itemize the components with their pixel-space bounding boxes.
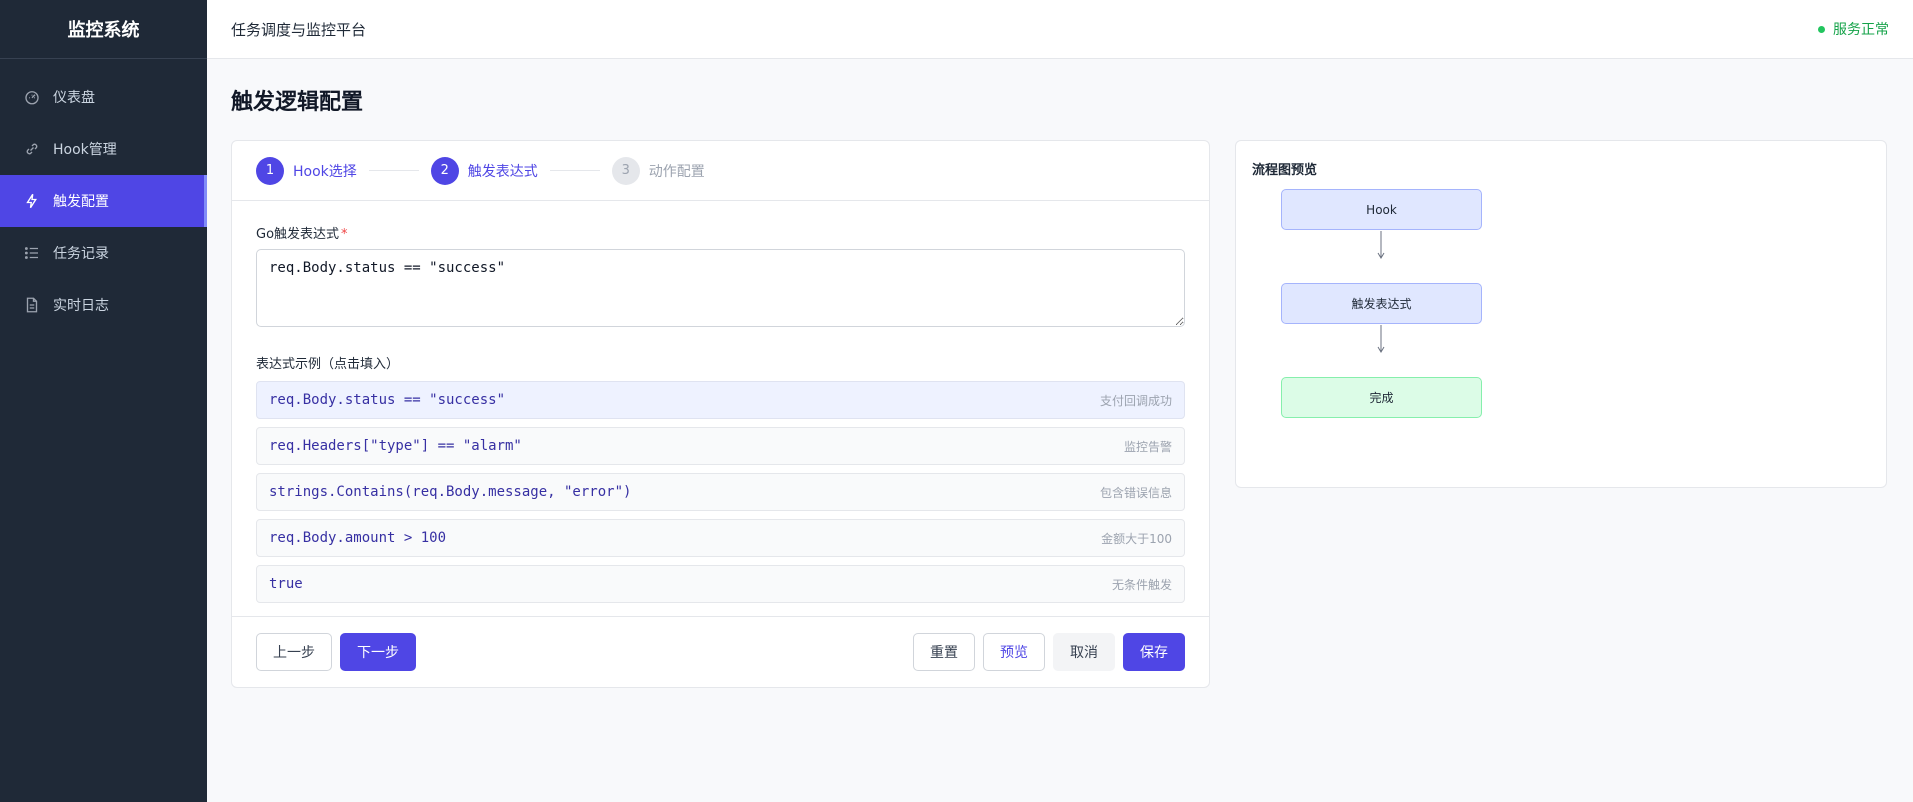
app-title: 任务调度与监控平台 xyxy=(231,20,367,39)
sidebar-nav: 仪表盘 Hook管理 触发配置 任务记录 实时日志 xyxy=(0,71,207,331)
example-code: req.Body.amount > 100 xyxy=(269,530,447,546)
sidebar-item-trigger[interactable]: 触发配置 xyxy=(0,175,207,227)
sidebar-item-tasks[interactable]: 任务记录 xyxy=(0,227,207,279)
expr-label-text: Go触发表达式 xyxy=(256,227,340,242)
flow-preview-card: 流程图预览 Hook 触发表达式 完成 xyxy=(1235,140,1887,488)
topbar: 任务调度与监控平台 服务正常 xyxy=(207,0,1913,59)
step-number: 1 xyxy=(256,156,284,185)
preview-title: 流程图预览 xyxy=(1252,163,1318,178)
example-code: req.Headers["type"] == "alarm" xyxy=(269,438,522,454)
document-icon xyxy=(22,295,42,315)
submit-buttons: 重置 预览 取消 保存 xyxy=(913,633,1185,671)
flow-node-trigger: 触发表达式 xyxy=(1281,283,1482,324)
sidebar-brand: 监控系统 xyxy=(0,0,207,59)
page-title: 触发逻辑配置 xyxy=(231,90,364,115)
prev-step-button[interactable]: 上一步 xyxy=(256,633,332,671)
step-label: 触发表达式 xyxy=(467,163,538,180)
step-connector xyxy=(368,170,419,171)
config-card: 1 Hook选择 2 触发表达式 3 动作配置 Go触发表达式 * req.Bod… xyxy=(231,140,1210,688)
form-body: Go触发表达式 * req.Body.status == "success" 表达… xyxy=(232,201,1209,603)
step-number: 3 xyxy=(611,156,640,185)
sidebar-item-label: 任务记录 xyxy=(53,246,109,262)
example-code: strings.Contains(req.Body.message, "erro… xyxy=(269,484,632,500)
example-desc: 支付回调成功 xyxy=(1099,393,1172,408)
expression-input[interactable]: req.Body.status == "success" xyxy=(256,249,1185,327)
example-desc: 无条件触发 xyxy=(1111,577,1172,592)
cancel-button[interactable]: 取消 xyxy=(1053,633,1115,671)
examples-label: 表达式示例（点击填入） xyxy=(256,357,400,372)
step-action-config[interactable]: 3 动作配置 xyxy=(611,156,705,185)
sidebar-item-label: 触发配置 xyxy=(53,194,109,210)
sidebar-item-label: 实时日志 xyxy=(53,298,109,314)
next-step-button[interactable]: 下一步 xyxy=(340,633,416,671)
flow-arrow-icon xyxy=(1377,325,1385,353)
step-number: 2 xyxy=(430,156,459,185)
flow-arrow-icon xyxy=(1377,231,1385,259)
example-desc: 包含错误信息 xyxy=(1099,485,1172,500)
service-status: 服务正常 xyxy=(1818,19,1889,39)
sidebar: 监控系统 仪表盘 Hook管理 触发配置 任务记录 实时日志 xyxy=(0,0,207,802)
dashboard-icon xyxy=(22,87,42,107)
step-hook-select[interactable]: 1 Hook选择 xyxy=(256,156,357,185)
status-text: 服务正常 xyxy=(1833,22,1889,38)
sidebar-item-label: 仪表盘 xyxy=(53,90,95,106)
example-item[interactable]: req.Body.amount > 100 金额大于100 xyxy=(256,519,1185,557)
example-item[interactable]: strings.Contains(req.Body.message, "erro… xyxy=(256,473,1185,511)
preview-button[interactable]: 预览 xyxy=(983,633,1045,671)
link-icon xyxy=(22,139,42,159)
example-item[interactable]: req.Headers["type"] == "alarm" 监控告警 xyxy=(256,427,1185,465)
stepper: 1 Hook选择 2 触发表达式 3 动作配置 xyxy=(232,141,1209,201)
form-actions: 上一步 下一步 重置 预览 取消 保存 xyxy=(232,616,1209,687)
bolt-icon xyxy=(22,191,42,211)
step-label: Hook选择 xyxy=(293,163,357,180)
status-dot-icon xyxy=(1818,25,1825,33)
reset-button[interactable]: 重置 xyxy=(913,633,975,671)
sidebar-item-logs[interactable]: 实时日志 xyxy=(0,279,207,331)
step-connector xyxy=(549,170,600,171)
example-desc: 监控告警 xyxy=(1123,439,1172,454)
flow-node-done: 完成 xyxy=(1281,377,1482,418)
example-item[interactable]: true 无条件触发 xyxy=(256,565,1185,603)
required-mark: * xyxy=(341,227,348,242)
example-desc: 金额大于100 xyxy=(1101,531,1172,546)
example-code: req.Body.status == "success" xyxy=(269,392,506,408)
nav-buttons: 上一步 下一步 xyxy=(256,633,416,671)
example-code: true xyxy=(269,576,303,592)
step-label: 动作配置 xyxy=(648,163,705,180)
sidebar-item-hook[interactable]: Hook管理 xyxy=(0,123,207,175)
save-button[interactable]: 保存 xyxy=(1123,633,1185,671)
sidebar-item-label: Hook管理 xyxy=(53,142,117,158)
step-trigger-expr[interactable]: 2 触发表达式 xyxy=(430,156,538,185)
example-item[interactable]: req.Body.status == "success" 支付回调成功 xyxy=(256,381,1185,419)
sidebar-item-dashboard[interactable]: 仪表盘 xyxy=(0,71,207,123)
flow-node-hook: Hook xyxy=(1281,189,1482,230)
expr-field-label: Go触发表达式 * xyxy=(256,223,1185,242)
list-icon xyxy=(22,243,42,263)
